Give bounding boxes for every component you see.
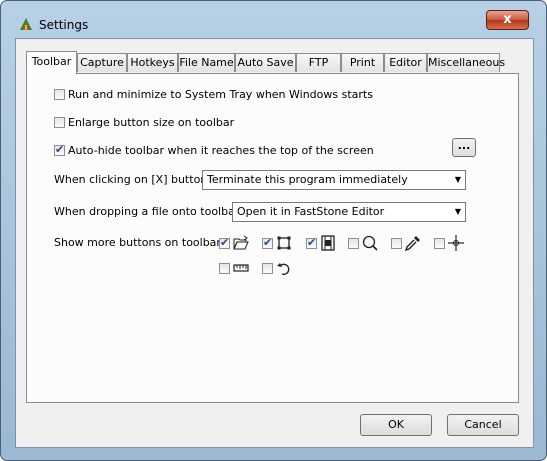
tab-file-name[interactable]: File Name [178,53,235,72]
close-action-value: Terminate this program immediately [207,173,408,186]
show-open-button-checkbox[interactable] [219,236,230,249]
window-title: Settings [39,18,89,32]
magnifier-icon [362,235,378,251]
filmstrip-icon [321,235,335,251]
more-options-button[interactable]: ... [452,138,476,157]
show-color-picker-button-checkbox[interactable] [391,238,402,249]
show-ruler-button-checkbox[interactable] [219,263,230,274]
ruler-icon [233,264,249,272]
toolbar-settings-panel: Run and minimize to System Tray when Win… [26,73,519,403]
close-icon: x [503,12,512,27]
title-bar[interactable]: Settings x [1,1,546,32]
tab-toolbar[interactable]: Toolbar [26,51,77,74]
drop-action-select[interactable]: Open it in FastStone Editor ▼ [232,202,466,222]
ok-button[interactable]: OK [360,414,432,436]
more-buttons-label: Show more buttons on toolbar : [54,236,229,249]
color-picker-icon [405,236,420,251]
tab-editor[interactable]: Editor [384,53,427,72]
show-magnifier-button-checkbox[interactable] [348,238,359,249]
undo-arrow-icon [277,263,290,276]
tab-auto-save[interactable]: Auto Save [235,53,296,72]
drop-action-value: Open it in FastStone Editor [237,205,385,218]
close-action-select[interactable]: Terminate this program immediately ▼ [202,170,466,190]
dialog-client-area: Toolbar Capture Hotkeys File Name Auto S… [15,38,534,448]
show-undo-button-checkbox[interactable] [262,263,273,274]
show-filmstrip-button-checkbox[interactable] [306,236,317,249]
close-button[interactable]: x [486,10,529,30]
enlarge-buttons-label: Enlarge button size on toolbar [68,116,235,129]
cancel-button[interactable]: Cancel [447,414,519,436]
dropdown-arrow-icon: ▼ [454,207,461,216]
dropdown-arrow-icon: ▼ [454,175,461,184]
tab-capture[interactable]: Capture [77,53,127,72]
auto-hide-label: Auto-hide toolbar when it reaches the to… [68,144,374,157]
app-icon [20,18,32,30]
crop-icon [277,236,291,250]
show-crop-button-checkbox[interactable] [262,236,273,249]
tab-print[interactable]: Print [341,53,384,72]
tab-hotkeys[interactable]: Hotkeys [127,53,178,72]
tab-ftp[interactable]: FTP [296,53,341,72]
enlarge-buttons-checkbox[interactable] [54,117,65,128]
crosshair-icon [448,235,464,251]
run-minimize-label: Run and minimize to System Tray when Win… [68,88,373,101]
open-folder-icon [233,235,249,250]
settings-window: Settings x Toolbar Capture Hotkeys File … [0,0,547,461]
drop-action-label: When dropping a file onto toolbar : [54,205,247,218]
run-minimize-checkbox[interactable] [54,89,65,100]
show-crosshair-button-checkbox[interactable] [434,238,445,249]
auto-hide-checkbox[interactable] [54,143,65,156]
close-action-label: When clicking on [X] button : [54,173,215,186]
tab-miscellaneous[interactable]: Miscellaneous [427,53,505,72]
